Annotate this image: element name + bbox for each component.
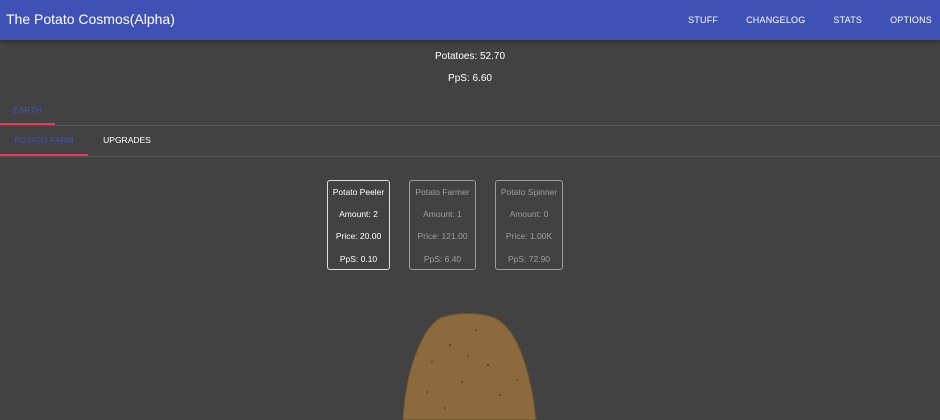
potato-clicker-icon[interactable] (0, 0, 940, 420)
